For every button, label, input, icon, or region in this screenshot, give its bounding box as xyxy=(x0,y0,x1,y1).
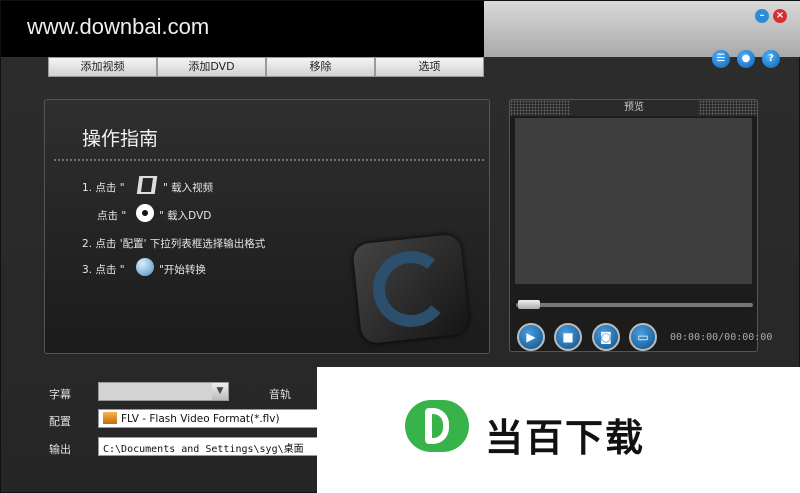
preview-panel: 预览 ▶ ■ ◙ ▭ 00:00:00/00:00:00 xyxy=(509,99,772,352)
user-icon[interactable]: ● xyxy=(737,50,755,68)
step-1-suffix: " 载入视频 xyxy=(163,182,214,194)
step-2-text: 2. 点击 '配置' 下拉列表框选择输出格式 xyxy=(82,238,266,250)
flv-format-icon xyxy=(103,412,117,424)
preview-screen xyxy=(515,118,752,284)
add-dvd-tab[interactable]: 添加DVD xyxy=(157,57,266,77)
app-logo-icon xyxy=(352,233,470,345)
list-icon[interactable]: ☰ xyxy=(712,50,730,68)
chevron-down-icon[interactable]: ▼ xyxy=(212,383,228,400)
step-1c-suffix: " 载入DVD xyxy=(159,210,212,222)
divider xyxy=(53,158,485,162)
step-3-suffix: "开始转换 xyxy=(159,264,206,276)
film-icon xyxy=(136,176,158,194)
profile-value: FLV - Flash Video Format(*.flv) xyxy=(121,413,280,425)
convert-orb-icon xyxy=(136,258,154,276)
help-icon[interactable]: ? xyxy=(762,50,780,68)
logo-ring xyxy=(369,247,453,331)
ad-text: 当百下载 xyxy=(485,416,646,460)
close-button[interactable]: × xyxy=(773,9,787,23)
ad-logo-icon xyxy=(405,400,469,452)
profile-select[interactable]: FLV - Flash Video Format(*.flv) xyxy=(98,409,323,428)
play-button[interactable]: ▶ xyxy=(517,323,545,351)
disc-icon xyxy=(136,204,154,222)
open-folder-button[interactable]: ▭ xyxy=(629,323,657,351)
profile-label: 配置 xyxy=(49,415,71,428)
output-path-input[interactable]: C:\Documents and Settings\syg\桌面 xyxy=(98,437,323,456)
step-1c-prefix: 点击 " xyxy=(97,210,127,222)
subtitle-label: 字幕 xyxy=(49,388,71,401)
ad-overlay: 当百下载 xyxy=(317,367,800,493)
play-icon: ▶ xyxy=(526,330,536,344)
timecode: 00:00:00/00:00:00 xyxy=(670,332,773,343)
audio-label: 音轨 xyxy=(269,388,291,401)
stop-icon: ■ xyxy=(562,330,574,344)
ad-logo-letter xyxy=(425,408,449,444)
subtitle-select[interactable]: ▼ xyxy=(98,382,229,401)
options-tab[interactable]: 选项 xyxy=(375,57,484,77)
seek-bar[interactable] xyxy=(516,300,753,309)
title-bar: www.downbai.com – × xyxy=(1,1,800,57)
guide-panel: 操作指南 1. 点击 " " 载入视频 点击 " " 载入DVD 2. 点击 '… xyxy=(44,99,490,354)
step-3-prefix: 3. 点击 " xyxy=(82,264,125,276)
output-label: 输出 xyxy=(49,443,71,456)
seek-knob[interactable] xyxy=(518,300,540,309)
step-1-prefix: 1. 点击 " xyxy=(82,182,125,194)
snapshot-button[interactable]: ◙ xyxy=(592,323,620,351)
toolbar-tabs: 添加视频 添加DVD 移除 选项 xyxy=(48,57,484,77)
watermark-text: www.downbai.com xyxy=(1,1,484,57)
preview-label: 预览 xyxy=(570,100,698,116)
camera-icon: ◙ xyxy=(600,330,612,344)
add-video-tab[interactable]: 添加视频 xyxy=(48,57,157,77)
folder-icon: ▭ xyxy=(637,330,649,344)
minimize-button[interactable]: – xyxy=(755,9,769,23)
stop-button[interactable]: ■ xyxy=(554,323,582,351)
remove-tab[interactable]: 移除 xyxy=(266,57,375,77)
guide-title: 操作指南 xyxy=(82,128,159,150)
